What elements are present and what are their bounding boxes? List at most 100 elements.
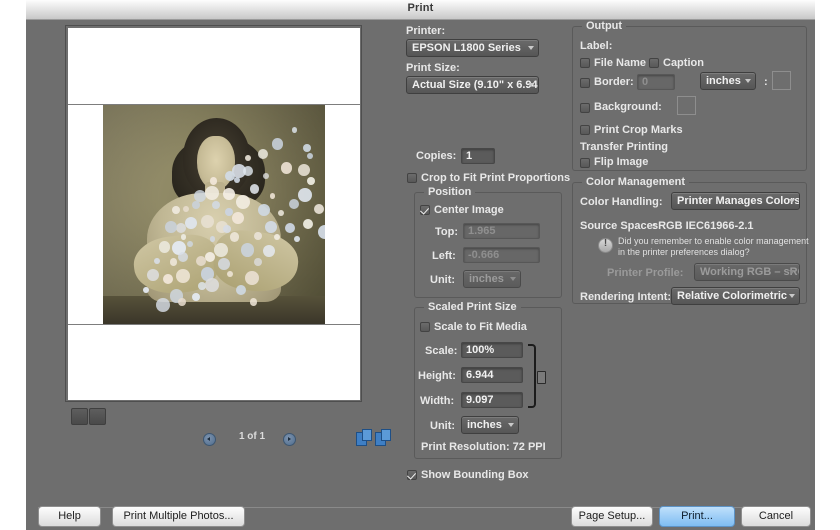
- warning-text-line-2: in the printer preferences dialog?: [618, 247, 750, 257]
- page-setup-button[interactable]: Page Setup...: [571, 506, 653, 527]
- height-input[interactable]: 6.944: [461, 367, 523, 383]
- chevron-down-icon: [528, 46, 534, 50]
- source-space-label: Source Space:: [580, 220, 657, 232]
- printer-profile-value: Working RGB – sRGB IE(: [700, 266, 799, 278]
- next-page-button[interactable]: [283, 433, 296, 446]
- crop-to-fit-label: Crop to Fit Print Proportions: [421, 172, 571, 184]
- warning-text-line-1: Did you remember to enable color managem…: [618, 236, 809, 246]
- warning-exclamation-icon: [598, 238, 613, 253]
- cancel-button[interactable]: Cancel: [741, 506, 811, 527]
- width-input[interactable]: 9.097: [461, 392, 523, 408]
- color-handling-value: Printer Manages Colors: [677, 195, 800, 207]
- show-bounding-box-checkbox[interactable]: [407, 470, 417, 480]
- chevron-down-icon: [508, 423, 514, 427]
- height-label: Height:: [418, 370, 456, 382]
- chevron-down-icon: [745, 79, 751, 83]
- transfer-printing-heading: Transfer Printing: [580, 141, 669, 153]
- color-handling-select[interactable]: Printer Manages Colors: [671, 192, 800, 210]
- top-label: Top:: [435, 226, 459, 238]
- background-checkbox[interactable]: [580, 103, 590, 113]
- border-colon: :: [764, 76, 768, 88]
- border-unit-select[interactable]: inches: [700, 72, 756, 90]
- flip-image-checkbox[interactable]: [580, 158, 590, 168]
- link-constrain-icon[interactable]: [537, 371, 546, 384]
- printer-profile-label: Printer Profile:: [607, 267, 684, 279]
- position-unit-value: inches: [469, 273, 504, 285]
- dialog-title: Print: [407, 2, 434, 14]
- chevron-down-icon: [789, 294, 795, 298]
- file-name-checkbox[interactable]: [580, 58, 590, 68]
- print-crop-marks-label: Print Crop Marks: [594, 124, 683, 136]
- bounding-box-bottom-line: [68, 324, 360, 325]
- copies-input[interactable]: 1: [461, 148, 495, 164]
- rendering-intent-value: Relative Colorimetric: [677, 290, 788, 302]
- show-bounding-box-label: Show Bounding Box: [421, 469, 529, 481]
- preview-page-sheet: [68, 28, 360, 400]
- page-indicator: 1 of 1: [238, 431, 266, 442]
- dialog-titlebar[interactable]: Print: [26, 0, 815, 20]
- previous-page-button[interactable]: [203, 433, 216, 446]
- background-label: Background:: [594, 101, 662, 113]
- scale-input[interactable]: 100%: [461, 342, 523, 358]
- color-management-caption: Color Management: [582, 176, 690, 188]
- left-input[interactable]: -0.666: [463, 247, 540, 263]
- position-unit-select[interactable]: inches: [463, 270, 521, 288]
- position-group-caption: Position: [424, 186, 476, 198]
- center-image-label: Center Image: [434, 204, 504, 216]
- scaled-unit-select[interactable]: inches: [461, 416, 519, 434]
- scaled-unit-label: Unit:: [430, 420, 456, 432]
- border-label: Border:: [594, 76, 634, 88]
- print-size-label: Print Size:: [406, 62, 460, 74]
- border-checkbox[interactable]: [580, 78, 590, 88]
- print-size-select-value: Actual Size (9.10" x 6.94: [412, 79, 538, 91]
- chevron-down-icon: [510, 277, 516, 281]
- scale-to-fit-checkbox[interactable]: [420, 322, 430, 332]
- border-input[interactable]: 0: [637, 74, 675, 90]
- flip-image-label: Flip Image: [594, 156, 649, 168]
- label-heading: Label:: [580, 40, 613, 52]
- border-color-swatch[interactable]: [772, 71, 791, 90]
- scale-to-fit-label: Scale to Fit Media: [434, 321, 527, 333]
- print-size-select[interactable]: Actual Size (9.10" x 6.94: [406, 76, 539, 94]
- preview-photo[interactable]: [103, 105, 325, 324]
- rotate-left-icon[interactable]: [71, 408, 88, 425]
- color-handling-label: Color Handling:: [580, 196, 663, 208]
- print-preview-pane[interactable]: [65, 25, 362, 402]
- landscape-orientation-icon[interactable]: [375, 429, 391, 446]
- print-multiple-photos-button[interactable]: Print Multiple Photos...: [112, 506, 245, 527]
- print-crop-marks-checkbox[interactable]: [580, 125, 590, 135]
- chevron-down-icon: [789, 199, 795, 203]
- printer-profile-select[interactable]: Working RGB – sRGB IE(: [694, 263, 800, 281]
- chevron-down-icon: [789, 270, 795, 274]
- rendering-intent-label: Rendering Intent:: [580, 291, 672, 303]
- caption-checkbox[interactable]: [649, 58, 659, 68]
- source-space-value: sRGB IEC61966-2.1: [652, 220, 754, 232]
- print-dialog-window: Print 1 of 1 Printer: EPSON L1800 Series…: [26, 0, 815, 530]
- top-input[interactable]: 1.965: [463, 223, 540, 239]
- printer-select-value: EPSON L1800 Series: [412, 42, 521, 54]
- file-name-label: File Name: [594, 57, 646, 69]
- background-color-swatch[interactable]: [677, 96, 696, 115]
- rendering-intent-select[interactable]: Relative Colorimetric: [671, 287, 800, 305]
- center-image-checkbox[interactable]: [420, 205, 430, 215]
- copies-label: Copies:: [416, 150, 457, 162]
- print-button[interactable]: Print...: [659, 506, 735, 527]
- border-unit-value: inches: [706, 75, 741, 87]
- scaled-print-size-caption: Scaled Print Size: [424, 301, 521, 313]
- output-group-caption: Output: [582, 20, 627, 32]
- constrain-bracket: [528, 344, 536, 408]
- crop-to-fit-checkbox[interactable]: [407, 173, 417, 183]
- print-resolution-text: Print Resolution: 72 PPI: [421, 441, 546, 453]
- printer-select[interactable]: EPSON L1800 Series: [406, 39, 539, 57]
- help-button[interactable]: Help: [38, 506, 101, 527]
- scaled-unit-value: inches: [467, 419, 502, 431]
- chevron-down-icon: [528, 83, 534, 87]
- width-label: Width:: [420, 395, 455, 407]
- scale-label: Scale:: [425, 345, 458, 357]
- rotate-right-icon[interactable]: [89, 408, 106, 425]
- printer-label: Printer:: [406, 25, 446, 37]
- dialog-body: 1 of 1 Printer: EPSON L1800 Series Print…: [26, 20, 815, 530]
- left-label: Left:: [432, 250, 456, 262]
- caption-label: Caption: [663, 57, 704, 69]
- portrait-orientation-icon[interactable]: [356, 429, 372, 446]
